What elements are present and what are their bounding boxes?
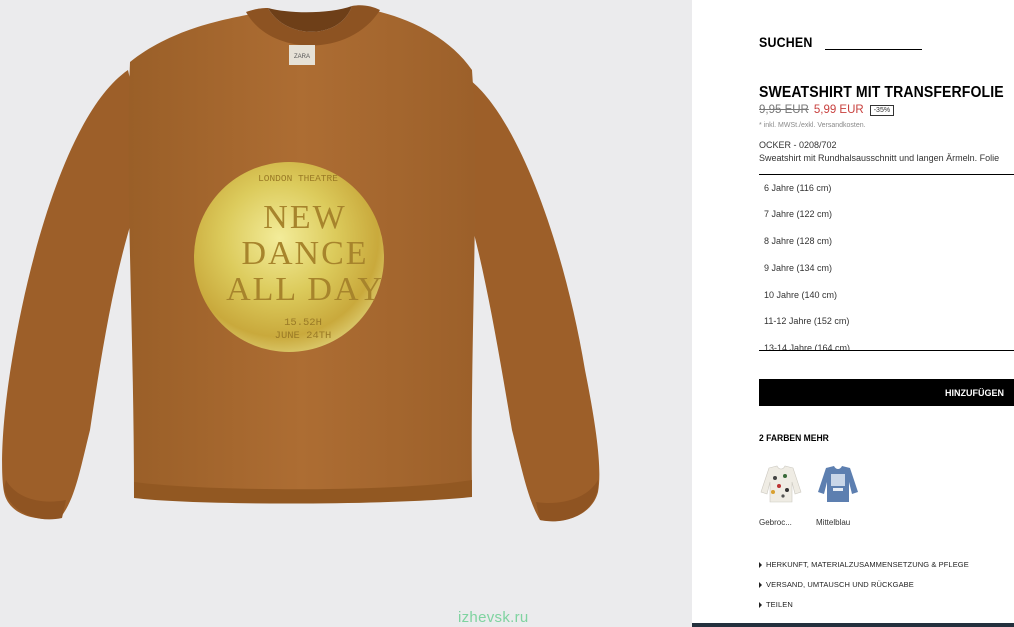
size-option[interactable]: 7 Jahre (122 cm)	[759, 201, 1014, 228]
size-option[interactable]: 9 Jahre (134 cm)	[759, 255, 1014, 282]
product-title: SWEATSHIRT MIT TRANSFERFOLIE	[759, 84, 1004, 101]
search-input[interactable]	[825, 37, 923, 50]
print-line-1: NEW	[263, 199, 346, 236]
clothing-tag-text: ZARA	[294, 54, 310, 60]
tax-note: * inkl. MWSt./exkl. Versandkosten.	[759, 122, 866, 129]
sweatshirt-illustration: ZARA LONDON THEATRE NEW DANCE ALL DAY 15…	[2, 5, 600, 522]
sale-price: 5,99 EUR	[813, 104, 864, 116]
size-option[interactable]: 10 Jahre (140 cm)	[759, 282, 1014, 309]
size-option[interactable]: 8 Jahre (128 cm)	[759, 228, 1014, 255]
color-reference: OCKER - 0208/702	[759, 140, 837, 150]
size-option[interactable]: 13-14 Jahre (164 cm)	[759, 335, 1014, 350]
print-date: JUNE 24TH	[275, 330, 332, 342]
product-image[interactable]: ZARA LONDON THEATRE NEW DANCE ALL DAY 15…	[0, 0, 692, 627]
discount-badge: -35%	[869, 104, 895, 116]
offwhite-sweatshirt-icon	[760, 465, 802, 503]
blue-sweatshirt-icon	[818, 466, 858, 502]
more-colors-title: 2 FARBEN MEHR	[759, 433, 829, 443]
caret-right-icon	[759, 582, 762, 589]
size-option[interactable]: 6 Jahre (116 cm)	[759, 175, 1014, 201]
caret-right-icon	[759, 602, 762, 609]
size-option[interactable]: 11-12 Jahre (152 cm)	[759, 308, 1014, 335]
share-link[interactable]: TEILEN	[759, 600, 793, 609]
search-bar: SUCHEN	[759, 35, 923, 50]
caret-right-icon	[759, 562, 762, 569]
shipping-returns-link[interactable]: VERSAND, UMTAUSCH UND RÜCKGABE	[759, 580, 914, 589]
print-top-text: LONDON THEATRE	[258, 173, 338, 184]
bottom-edge-bar	[692, 623, 1014, 627]
watermark: izhevsk.ru	[458, 609, 529, 626]
price-row: 9,95 EUR 5,99 EUR -35%	[759, 104, 895, 116]
old-price: 9,95 EUR	[759, 104, 809, 116]
size-selector[interactable]: 6 Jahre (116 cm) 7 Jahre (122 cm) 8 Jahr…	[759, 174, 1014, 351]
share-label: TEILEN	[766, 600, 793, 609]
print-time: 15.52H	[284, 317, 322, 329]
color-swatch-mittelblau[interactable]	[816, 462, 860, 506]
swatch-label-offwhite: Gebroc...	[759, 518, 792, 527]
print-line-3: ALL DAY	[226, 271, 384, 308]
search-label: SUCHEN	[759, 35, 813, 50]
print-line-2: DANCE	[241, 235, 368, 272]
shipping-returns-label: VERSAND, UMTAUSCH UND RÜCKGABE	[766, 580, 914, 589]
add-to-cart-button[interactable]: HINZUFÜGEN	[759, 379, 1014, 406]
composition-care-link[interactable]: HERKUNFT, MATERIALZUSAMMENSETZUNG & PFLE…	[759, 560, 969, 569]
color-swatch-offwhite[interactable]	[759, 462, 803, 506]
composition-care-label: HERKUNFT, MATERIALZUSAMMENSETZUNG & PFLE…	[766, 560, 969, 569]
swatch-label-mittelblau: Mittelblau	[816, 518, 851, 527]
product-info-panel: SUCHEN SWEATSHIRT MIT TRANSFERFOLIE 9,95…	[692, 0, 1014, 627]
product-description: Sweatshirt mit Rundhalsausschnitt und la…	[759, 153, 1000, 163]
